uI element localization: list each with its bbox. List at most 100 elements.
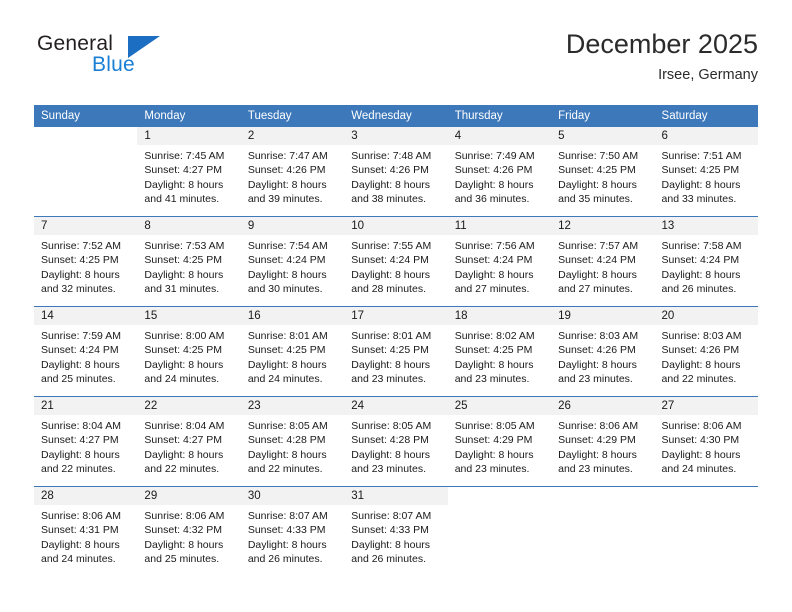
sunset-text: Sunset: 4:29 PM [558,434,636,447]
day-number: 23 [240,397,345,415]
day-cell-inner: 20 Sunrise: 8:03 AM Sunset: 4:26 PM Dayl… [654,307,758,396]
day-cell[interactable] [551,486,655,576]
week-row: 7 Sunrise: 7:52 AM Sunset: 4:25 PM Dayli… [34,216,758,307]
daylight-text-line1: Daylight: 8 hours [454,178,534,191]
daylight-text-line1: Daylight: 8 hours [144,358,224,371]
day-cell-inner: 14 Sunrise: 7:59 AM Sunset: 4:24 PM Dayl… [34,307,138,396]
daylight-text-line1: Daylight: 8 hours [558,448,637,461]
weekday-header-sunday: Sunday [34,105,138,127]
day-cell[interactable]: 3 Sunrise: 7:48 AM Sunset: 4:26 PM Dayli… [344,127,448,217]
day-cell[interactable]: 7 Sunrise: 7:52 AM Sunset: 4:25 PM Dayli… [34,216,138,307]
day-cell[interactable]: 2 Sunrise: 7:47 AM Sunset: 4:26 PM Dayli… [240,127,345,217]
daylight-text-line1: Daylight: 8 hours [558,268,637,281]
day-details: Sunrise: 8:03 AM Sunset: 4:26 PM Dayligh… [655,325,758,386]
sunset-text: Sunset: 4:28 PM [351,434,429,447]
day-details: Sunrise: 7:49 AM Sunset: 4:26 PM Dayligh… [448,145,551,206]
day-cell[interactable]: 31 Sunrise: 8:07 AM Sunset: 4:33 PM Dayl… [344,486,448,576]
day-cell[interactable]: 4 Sunrise: 7:49 AM Sunset: 4:26 PM Dayli… [447,127,552,217]
day-cell[interactable] [654,486,758,576]
sunrise-text: Sunrise: 8:06 AM [558,420,639,432]
sunset-text: Sunset: 4:27 PM [41,434,119,447]
day-cell[interactable]: 17 Sunrise: 8:01 AM Sunset: 4:25 PM Dayl… [344,306,448,397]
day-cell[interactable]: 13 Sunrise: 7:58 AM Sunset: 4:24 PM Dayl… [654,216,758,307]
daylight-text-line2: and 26 minutes. [661,282,737,295]
day-cell-inner: 28 Sunrise: 8:06 AM Sunset: 4:31 PM Dayl… [34,487,138,576]
day-cell[interactable]: 15 Sunrise: 8:00 AM Sunset: 4:25 PM Dayl… [137,306,241,397]
day-cell[interactable]: 10 Sunrise: 7:55 AM Sunset: 4:24 PM Dayl… [344,216,448,307]
day-cell[interactable]: 16 Sunrise: 8:01 AM Sunset: 4:25 PM Dayl… [240,306,345,397]
daylight-text-line2: and 24 minutes. [144,372,220,385]
day-cell[interactable]: 1 Sunrise: 7:45 AM Sunset: 4:27 PM Dayli… [137,127,241,217]
day-cell[interactable]: 29 Sunrise: 8:06 AM Sunset: 4:32 PM Dayl… [137,486,241,576]
day-number: 26 [551,397,655,415]
day-cell[interactable]: 26 Sunrise: 8:06 AM Sunset: 4:29 PM Dayl… [551,396,655,487]
day-cell[interactable]: 5 Sunrise: 7:50 AM Sunset: 4:25 PM Dayli… [551,127,655,217]
daylight-text-line2: and 22 minutes. [144,462,220,475]
day-cell[interactable]: 30 Sunrise: 8:07 AM Sunset: 4:33 PM Dayl… [240,486,345,576]
day-cell-inner: 4 Sunrise: 7:49 AM Sunset: 4:26 PM Dayli… [447,127,552,216]
day-cell[interactable]: 28 Sunrise: 8:06 AM Sunset: 4:31 PM Dayl… [34,486,138,576]
day-number: 4 [447,127,552,145]
day-details: Sunrise: 8:00 AM Sunset: 4:25 PM Dayligh… [137,325,240,386]
day-number [655,487,758,505]
day-details: Sunrise: 7:53 AM Sunset: 4:25 PM Dayligh… [137,235,240,296]
day-cell[interactable]: 8 Sunrise: 7:53 AM Sunset: 4:25 PM Dayli… [137,216,241,307]
day-details: Sunrise: 7:45 AM Sunset: 4:27 PM Dayligh… [137,145,240,206]
day-cell[interactable]: 6 Sunrise: 7:51 AM Sunset: 4:25 PM Dayli… [654,127,758,217]
day-cell[interactable]: 21 Sunrise: 8:04 AM Sunset: 4:27 PM Dayl… [34,396,138,487]
day-details: Sunrise: 7:55 AM Sunset: 4:24 PM Dayligh… [344,235,447,296]
day-cell-inner: 25 Sunrise: 8:05 AM Sunset: 4:29 PM Dayl… [447,397,552,486]
daylight-text-line2: and 23 minutes. [558,462,633,475]
daylight-text-line1: Daylight: 8 hours [454,268,534,281]
sunset-text: Sunset: 4:24 PM [558,254,636,267]
day-cell[interactable]: 12 Sunrise: 7:57 AM Sunset: 4:24 PM Dayl… [551,216,655,307]
day-cell-inner: 22 Sunrise: 8:04 AM Sunset: 4:27 PM Dayl… [137,397,241,486]
daylight-text-line2: and 24 minutes. [247,372,323,385]
week-row: 28 Sunrise: 8:06 AM Sunset: 4:31 PM Dayl… [34,486,758,576]
sunrise-text: Sunrise: 7:55 AM [351,240,432,252]
day-cell[interactable]: 11 Sunrise: 7:56 AM Sunset: 4:24 PM Dayl… [447,216,552,307]
day-cell[interactable] [447,486,552,576]
weekday-header-monday: Monday [137,105,241,127]
day-cell[interactable]: 23 Sunrise: 8:05 AM Sunset: 4:28 PM Dayl… [240,396,345,487]
day-details [655,505,758,509]
day-cell[interactable]: 24 Sunrise: 8:05 AM Sunset: 4:28 PM Dayl… [344,396,448,487]
week-row: 1 Sunrise: 7:45 AM Sunset: 4:27 PM Dayli… [34,127,758,217]
day-number: 2 [240,127,345,145]
daylight-text-line2: and 23 minutes. [454,462,530,475]
daylight-text-line2: and 26 minutes. [351,552,426,565]
day-cell-inner: 21 Sunrise: 8:04 AM Sunset: 4:27 PM Dayl… [34,397,138,486]
day-cell[interactable]: 14 Sunrise: 7:59 AM Sunset: 4:24 PM Dayl… [34,306,138,397]
day-number: 19 [551,307,655,325]
day-details: Sunrise: 8:03 AM Sunset: 4:26 PM Dayligh… [551,325,654,386]
general-blue-logo[interactable]: General Blue [34,32,264,88]
day-number: 11 [447,217,552,235]
calendar-body: 1 Sunrise: 7:45 AM Sunset: 4:27 PM Dayli… [34,127,758,576]
day-cell[interactable]: 19 Sunrise: 8:03 AM Sunset: 4:26 PM Dayl… [551,306,655,397]
sunrise-text: Sunrise: 8:05 AM [454,420,535,432]
day-cell-inner: 17 Sunrise: 8:01 AM Sunset: 4:25 PM Dayl… [344,307,448,396]
day-cell[interactable] [34,127,137,217]
sunrise-text: Sunrise: 8:07 AM [351,510,432,522]
day-cell[interactable]: 18 Sunrise: 8:02 AM Sunset: 4:25 PM Dayl… [447,306,552,397]
daylight-text-line2: and 27 minutes. [454,282,530,295]
day-details: Sunrise: 8:06 AM Sunset: 4:30 PM Dayligh… [655,415,758,476]
day-cell[interactable]: 25 Sunrise: 8:05 AM Sunset: 4:29 PM Dayl… [447,396,552,487]
weekday-header-tuesday: Tuesday [240,105,345,127]
day-cell-inner: 29 Sunrise: 8:06 AM Sunset: 4:32 PM Dayl… [137,487,241,576]
day-cell[interactable]: 22 Sunrise: 8:04 AM Sunset: 4:27 PM Dayl… [137,396,241,487]
sunset-text: Sunset: 4:27 PM [144,434,223,447]
day-details: Sunrise: 8:05 AM Sunset: 4:28 PM Dayligh… [241,415,344,476]
day-cell[interactable]: 9 Sunrise: 7:54 AM Sunset: 4:24 PM Dayli… [240,216,345,307]
day-cell-inner: 30 Sunrise: 8:07 AM Sunset: 4:33 PM Dayl… [240,487,345,576]
day-details: Sunrise: 8:05 AM Sunset: 4:28 PM Dayligh… [344,415,447,476]
day-number: 12 [551,217,655,235]
day-cell[interactable]: 20 Sunrise: 8:03 AM Sunset: 4:26 PM Dayl… [654,306,758,397]
day-number: 21 [34,397,138,415]
day-cell[interactable]: 27 Sunrise: 8:06 AM Sunset: 4:30 PM Dayl… [654,396,758,487]
sunrise-text: Sunrise: 8:07 AM [247,510,328,522]
sunset-text: Sunset: 4:25 PM [661,164,740,177]
daylight-text-line2: and 23 minutes. [558,372,633,385]
day-cell-inner: 18 Sunrise: 8:02 AM Sunset: 4:25 PM Dayl… [447,307,552,396]
daylight-text-line1: Daylight: 8 hours [661,268,741,281]
